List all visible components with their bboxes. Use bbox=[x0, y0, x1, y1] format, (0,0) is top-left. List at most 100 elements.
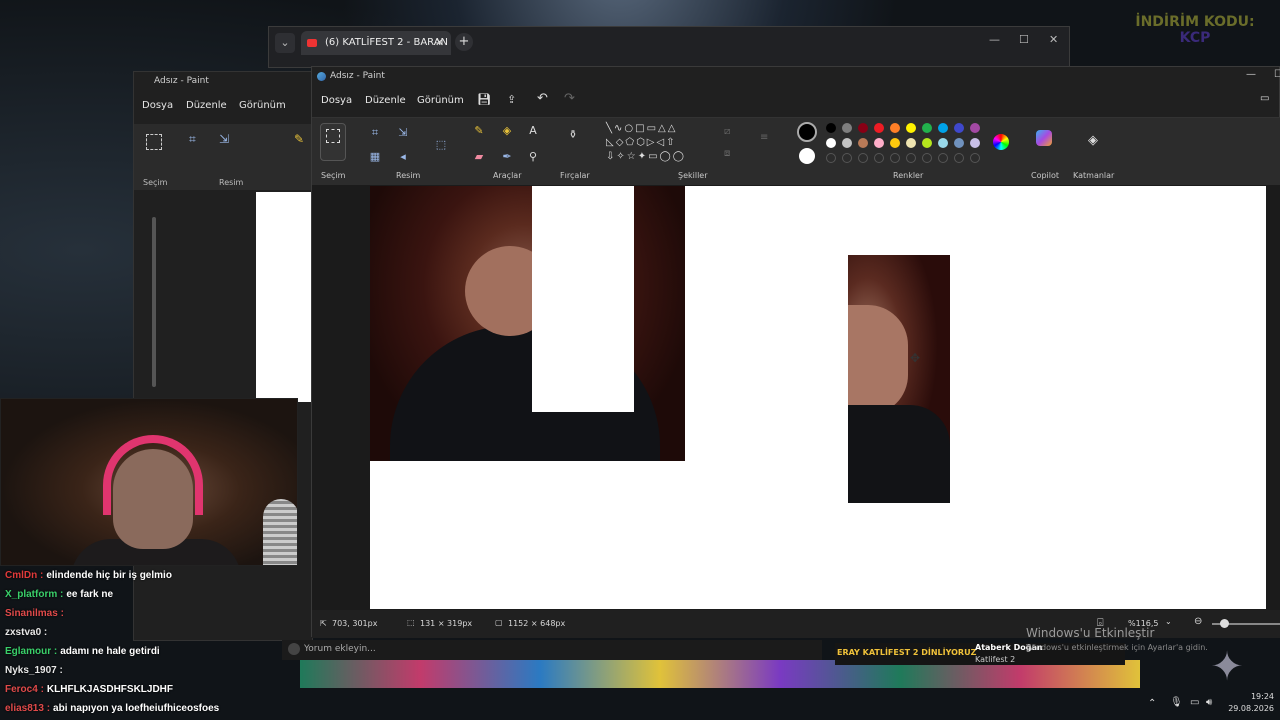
color-swatch[interactable] bbox=[890, 123, 900, 133]
color-swatch[interactable] bbox=[826, 138, 836, 148]
custom-color-slot[interactable] bbox=[922, 153, 932, 163]
selected-photo-fragment[interactable] bbox=[848, 255, 950, 503]
color-swatch[interactable] bbox=[954, 138, 964, 148]
pencil-icon[interactable]: ✎ bbox=[294, 132, 304, 146]
tab-close-icon[interactable]: ✕ bbox=[435, 31, 444, 55]
copilot-icon[interactable] bbox=[1036, 130, 1052, 146]
tab-search-button[interactable]: ⌄ bbox=[275, 33, 295, 53]
mic-icon[interactable]: 🎙︎ bbox=[1170, 697, 1183, 708]
pencil-icon[interactable]: ✎ bbox=[472, 124, 486, 138]
custom-color-slot[interactable] bbox=[906, 153, 916, 163]
eraser-icon[interactable]: ▰ bbox=[472, 150, 486, 164]
color-swatch[interactable] bbox=[922, 138, 932, 148]
chat-username[interactable]: zxstva0 : bbox=[5, 627, 47, 638]
color-swatch[interactable] bbox=[954, 123, 964, 133]
selection-size: 131 × 319px bbox=[420, 619, 473, 628]
color-swatch[interactable] bbox=[826, 123, 836, 133]
minimize-button[interactable]: — bbox=[989, 33, 1000, 46]
custom-color-slot[interactable] bbox=[890, 153, 900, 163]
message-icon[interactable]: ▭ bbox=[1260, 93, 1269, 104]
chat-username[interactable]: Sinanilmas : bbox=[5, 608, 64, 619]
volume-icon[interactable]: 🔊︎ bbox=[1206, 697, 1212, 708]
minimize-button[interactable]: — bbox=[1246, 69, 1256, 80]
clock-date[interactable]: 29.08.2026 bbox=[1228, 704, 1274, 713]
comment-input[interactable]: Yorum ekleyin... bbox=[304, 644, 376, 654]
menu-edit[interactable]: Düzenle bbox=[186, 100, 227, 111]
chat-username[interactable]: CmlDn : bbox=[5, 570, 43, 581]
brush-icon[interactable]: ⚱ bbox=[566, 128, 580, 142]
custom-color-slot[interactable] bbox=[954, 153, 964, 163]
select-image-icon[interactable]: ▦ bbox=[368, 150, 382, 164]
pasted-photo[interactable] bbox=[370, 186, 685, 461]
color-picker-icon[interactable]: ✒ bbox=[500, 150, 514, 164]
redo-icon[interactable]: ↷ bbox=[564, 91, 575, 106]
color-swatch[interactable] bbox=[970, 123, 980, 133]
close-window-button[interactable]: ✕ bbox=[1049, 33, 1058, 46]
color-swatch[interactable] bbox=[906, 138, 916, 148]
fill-shape-icon[interactable]: ⧈ bbox=[724, 148, 730, 159]
custom-color-slot[interactable] bbox=[938, 153, 948, 163]
zoom-dropdown-icon[interactable]: ⌄ bbox=[1165, 617, 1172, 626]
chat-username[interactable]: Eglamour : bbox=[5, 646, 57, 657]
chat-username[interactable]: Nyks_1907 : bbox=[5, 665, 63, 676]
menu-file[interactable]: Dosya bbox=[321, 95, 352, 106]
select-icon[interactable] bbox=[146, 134, 162, 150]
clock-time[interactable]: 19:24 bbox=[1242, 692, 1274, 701]
text-icon[interactable]: A bbox=[526, 124, 540, 138]
color-swatch[interactable] bbox=[970, 138, 980, 148]
fill-icon[interactable]: ◈ bbox=[500, 124, 514, 138]
zoom-slider[interactable] bbox=[152, 217, 156, 387]
menu-view[interactable]: Görünüm bbox=[417, 95, 464, 106]
shapes-gallery[interactable]: ╲∿○□▭△△ ◺◇⬠⬡▷◁⇧ ⇩✧☆✦▭◯◯ bbox=[606, 122, 710, 166]
menu-edit[interactable]: Düzenle bbox=[365, 95, 406, 106]
new-tab-button[interactable]: + bbox=[455, 33, 473, 51]
color-swatch[interactable] bbox=[922, 123, 932, 133]
canvas[interactable]: ✥ bbox=[370, 186, 1266, 609]
custom-color-slot[interactable] bbox=[858, 153, 868, 163]
rotate-icon[interactable]: ◂ bbox=[396, 150, 410, 164]
crop-icon[interactable]: ⌗ bbox=[189, 132, 196, 147]
browser-tab[interactable]: (6) KATLİFEST 2 - BARAN X KAV bbox=[301, 31, 451, 55]
color-swatch[interactable] bbox=[890, 138, 900, 148]
menu-file[interactable]: Dosya bbox=[142, 100, 173, 111]
color-swatch[interactable] bbox=[906, 123, 916, 133]
menu-view[interactable]: Görünüm bbox=[239, 100, 286, 111]
maximize-button[interactable]: ☐ bbox=[1274, 69, 1280, 80]
chat-text: adamı ne hale getirdi bbox=[60, 646, 160, 657]
edit-colors-icon[interactable] bbox=[993, 134, 1009, 150]
color-swatch[interactable] bbox=[938, 123, 948, 133]
custom-color-slot[interactable] bbox=[970, 153, 980, 163]
custom-color-slot[interactable] bbox=[842, 153, 852, 163]
chat-username[interactable]: Feroc4 : bbox=[5, 684, 44, 695]
save-icon[interactable]: 💾︎ bbox=[477, 93, 491, 106]
chevron-up-icon[interactable]: ⌃ bbox=[1148, 698, 1156, 709]
color-swatch[interactable] bbox=[842, 123, 852, 133]
primary-color[interactable] bbox=[797, 122, 817, 142]
resize-icon[interactable]: ⇲ bbox=[396, 126, 410, 140]
custom-color-slot[interactable] bbox=[826, 153, 836, 163]
selection-button[interactable] bbox=[320, 123, 346, 161]
crop-icon[interactable]: ⌗ bbox=[368, 126, 382, 140]
chat-username[interactable]: elias813 : bbox=[5, 703, 50, 714]
image-ai-icon[interactable]: ⬚ bbox=[434, 138, 448, 152]
group-brushes-label: Fırçalar bbox=[560, 171, 590, 180]
color-swatch[interactable] bbox=[874, 123, 884, 133]
resize-icon[interactable]: ⇲ bbox=[219, 132, 229, 146]
color-swatch[interactable] bbox=[874, 138, 884, 148]
outline-icon[interactable]: ⧄ bbox=[724, 126, 730, 137]
color-swatch[interactable] bbox=[858, 138, 868, 148]
maximize-button[interactable]: ☐ bbox=[1019, 33, 1029, 46]
share-icon[interactable]: ⇪ bbox=[507, 93, 516, 106]
undo-icon[interactable]: ↶ bbox=[537, 91, 548, 106]
network-icon[interactable]: ▭ bbox=[1190, 697, 1199, 708]
color-swatch[interactable] bbox=[858, 123, 868, 133]
size-icon[interactable]: ≡ bbox=[760, 132, 768, 143]
magnifier-icon[interactable]: ⚲ bbox=[526, 150, 540, 164]
layers-icon[interactable]: ◈ bbox=[1086, 134, 1100, 148]
color-swatch[interactable] bbox=[842, 138, 852, 148]
chat-username[interactable]: X_platform : bbox=[5, 589, 63, 600]
color-swatch[interactable] bbox=[938, 138, 948, 148]
custom-color-slot[interactable] bbox=[874, 153, 884, 163]
secondary-color[interactable] bbox=[799, 148, 815, 164]
canvas[interactable] bbox=[256, 192, 316, 402]
